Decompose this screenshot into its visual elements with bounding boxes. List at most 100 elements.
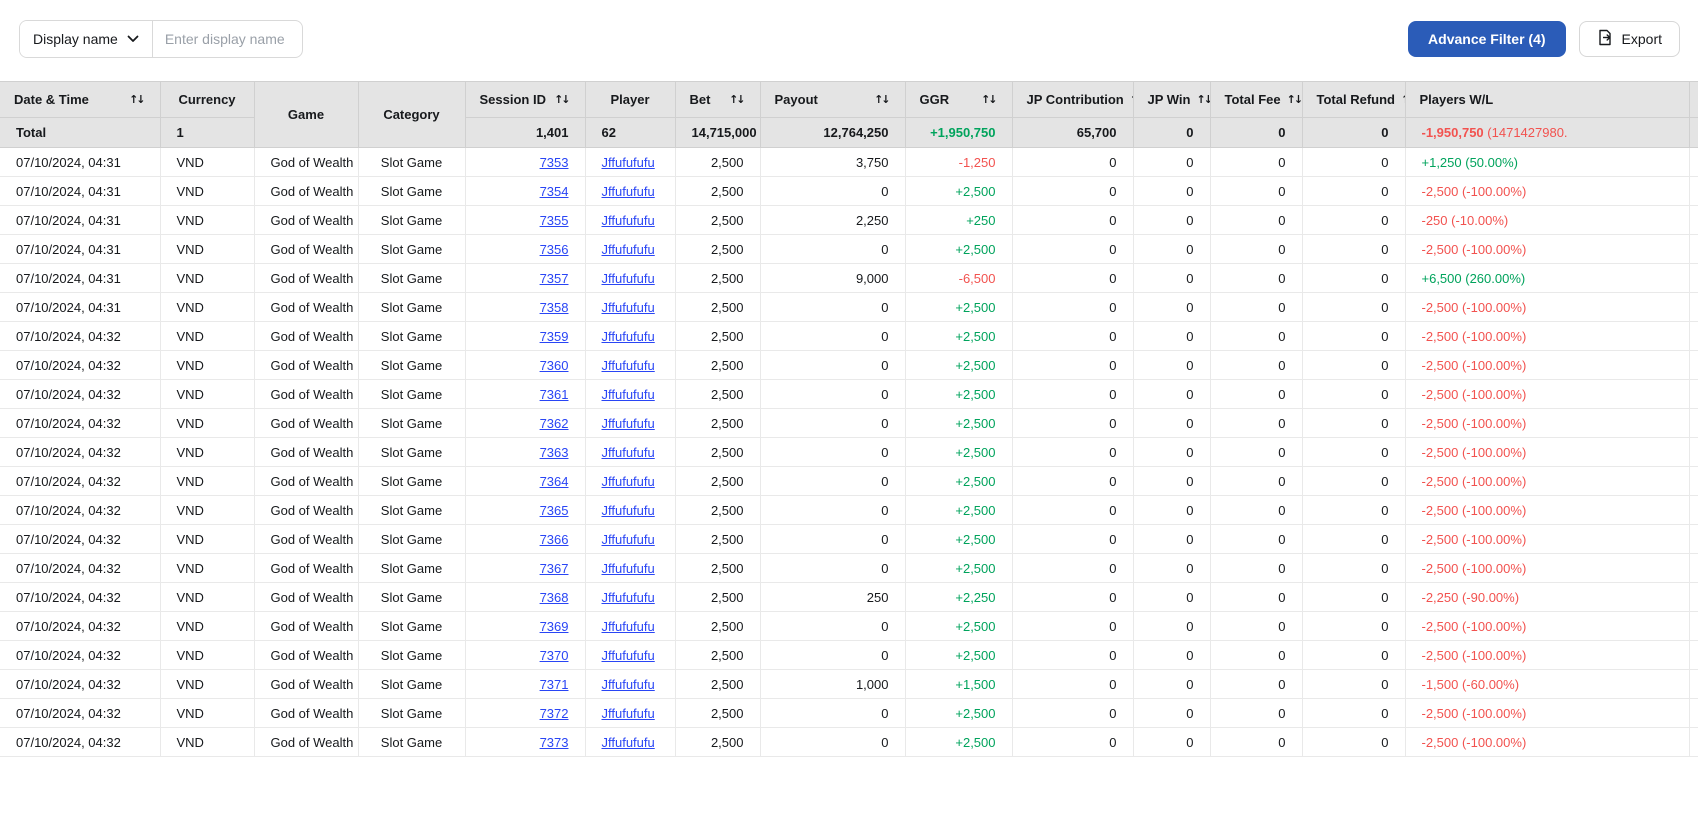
session_id-link[interactable]: 7360 — [540, 358, 569, 373]
cell-total_refund: 0 — [1301, 698, 1406, 728]
cell-bet: 2,500 — [674, 437, 761, 467]
cell-datetime: 07/10/2024, 04:31 — [0, 263, 161, 293]
session_id-link[interactable]: 7365 — [540, 503, 569, 518]
scrollbar-gutter — [1688, 117, 1698, 148]
session_id-link[interactable]: 7355 — [540, 213, 569, 228]
cell-payout: 0 — [759, 611, 906, 641]
player-link[interactable]: Jffufufufu — [602, 271, 655, 286]
player-link[interactable]: Jffufufufu — [602, 213, 655, 228]
session_id-link[interactable]: 7358 — [540, 300, 569, 315]
cell-players_wl: -2,250 (-90.00%) — [1404, 582, 1690, 612]
column-header-session-id[interactable]: Session ID ↑↓ — [464, 81, 586, 118]
export-button[interactable]: Export — [1578, 21, 1680, 57]
session_id-link[interactable]: 7371 — [540, 677, 569, 692]
cell-datetime: 07/10/2024, 04:32 — [0, 727, 161, 757]
player-link[interactable]: Jffufufufu — [602, 329, 655, 344]
session_id-link[interactable]: 7368 — [540, 590, 569, 605]
cell-players_wl: -2,500 (-100.00%) — [1404, 611, 1690, 641]
player-link[interactable]: Jffufufufu — [602, 619, 655, 634]
player-link[interactable]: Jffufufufu — [602, 445, 655, 460]
player-link[interactable]: Jffufufufu — [602, 503, 655, 518]
player-link[interactable]: Jffufufufu — [602, 561, 655, 576]
table-row: 07/10/2024, 04:31 VND God of Wealth Slot Ga… — [0, 292, 1698, 322]
session_id-link[interactable]: 7356 — [540, 242, 569, 257]
session_id-link[interactable]: 7366 — [540, 532, 569, 547]
column-header-bet[interactable]: Bet ↑↓ — [674, 81, 761, 118]
session_id-link[interactable]: 7370 — [540, 648, 569, 663]
column-header-total-fee[interactable]: Total Fee ↑↓ — [1209, 81, 1303, 118]
display-name-dropdown[interactable]: Display name — [20, 21, 153, 57]
player-link[interactable]: Jffufufufu — [602, 706, 655, 721]
cell-game: God of Wealth — [253, 582, 359, 612]
player-link[interactable]: Jffufufufu — [602, 242, 655, 257]
cell-payout: 0 — [759, 553, 906, 583]
cell-category: Slot Game — [357, 263, 466, 293]
session_id-link[interactable]: 7353 — [540, 155, 569, 170]
cell-ggr: +2,500 — [904, 350, 1013, 380]
player-link[interactable]: Jffufufufu — [602, 677, 655, 692]
cell-datetime: 07/10/2024, 04:31 — [0, 176, 161, 206]
cell-player: Jffufufufu — [584, 437, 676, 467]
export-icon — [1597, 29, 1613, 49]
cell-players_wl: -2,500 (-100.00%) — [1404, 408, 1690, 438]
player-link[interactable]: Jffufufufu — [602, 387, 655, 402]
cell-ggr: +1,500 — [904, 669, 1013, 699]
player-link[interactable]: Jffufufufu — [602, 416, 655, 431]
cell-currency: VND — [159, 640, 255, 670]
session_id-link[interactable]: 7359 — [540, 329, 569, 344]
player-link[interactable]: Jffufufufu — [602, 155, 655, 170]
display-name-input[interactable] — [164, 31, 302, 47]
cell-datetime: 07/10/2024, 04:31 — [0, 292, 161, 322]
cell-total_refund: 0 — [1301, 611, 1406, 641]
player-link[interactable]: Jffufufufu — [602, 590, 655, 605]
column-header-currency: Currency — [159, 81, 255, 118]
session_id-link[interactable]: 7363 — [540, 445, 569, 460]
column-header-ggr[interactable]: GGR ↑↓ — [904, 81, 1013, 118]
player-link[interactable]: Jffufufufu — [602, 735, 655, 750]
cell-datetime: 07/10/2024, 04:32 — [0, 698, 161, 728]
session_id-link[interactable]: 7373 — [540, 735, 569, 750]
player-link[interactable]: Jffufufufu — [602, 648, 655, 663]
session_id-link[interactable]: 7372 — [540, 706, 569, 721]
cell-bet: 2,500 — [674, 698, 761, 728]
cell-jp_contribution: 0 — [1011, 524, 1134, 554]
cell-player: Jffufufufu — [584, 524, 676, 554]
cell-players_wl: -2,500 (-100.00%) — [1404, 553, 1690, 583]
cell-currency: VND — [159, 698, 255, 728]
cell-jp_contribution: 0 — [1011, 147, 1134, 177]
table-row: 07/10/2024, 04:32 VND God of Wealth Slot Ga… — [0, 350, 1698, 380]
cell-total_refund: 0 — [1301, 727, 1406, 757]
column-header-datetime[interactable]: Date & Time ↑↓ — [0, 81, 161, 118]
session_id-link[interactable]: 7364 — [540, 474, 569, 489]
session_id-link[interactable]: 7369 — [540, 619, 569, 634]
session_id-link[interactable]: 7361 — [540, 387, 569, 402]
player-link[interactable]: Jffufufufu — [602, 532, 655, 547]
column-header-players-wl: Players W/L — [1404, 81, 1690, 118]
cell-currency: VND — [159, 727, 255, 757]
player-link[interactable]: Jffufufufu — [602, 474, 655, 489]
column-header-payout[interactable]: Payout ↑↓ — [759, 81, 906, 118]
cell-payout: 0 — [759, 727, 906, 757]
column-header-game: Game — [253, 81, 359, 148]
session_id-link[interactable]: 7362 — [540, 416, 569, 431]
cell-total_fee: 0 — [1209, 205, 1303, 235]
scrollbar-gutter — [1688, 205, 1698, 235]
cell-category: Slot Game — [357, 698, 466, 728]
cell-payout: 250 — [759, 582, 906, 612]
column-header-jp-contribution[interactable]: JP Contribution↑↓ — [1011, 81, 1134, 118]
cell-currency: VND — [159, 321, 255, 351]
column-header-jp-win[interactable]: JP Win ↑↓ — [1132, 81, 1211, 118]
cell-bet: 2,500 — [674, 350, 761, 380]
player-link[interactable]: Jffufufufu — [602, 300, 655, 315]
player-link[interactable]: Jffufufufu — [602, 358, 655, 373]
cell-session_id: 7355 — [464, 205, 586, 235]
player-link[interactable]: Jffufufufu — [602, 184, 655, 199]
column-header-total-refund[interactable]: Total Refund↑↓ — [1301, 81, 1406, 118]
cell-datetime: 07/10/2024, 04:32 — [0, 350, 161, 380]
session_id-link[interactable]: 7367 — [540, 561, 569, 576]
session_id-link[interactable]: 7357 — [540, 271, 569, 286]
table-row: 07/10/2024, 04:32 VND God of Wealth Slot Ga… — [0, 437, 1698, 467]
session_id-link[interactable]: 7354 — [540, 184, 569, 199]
cell-datetime: 07/10/2024, 04:31 — [0, 234, 161, 264]
advance-filter-button[interactable]: Advance Filter (4) — [1408, 21, 1566, 57]
